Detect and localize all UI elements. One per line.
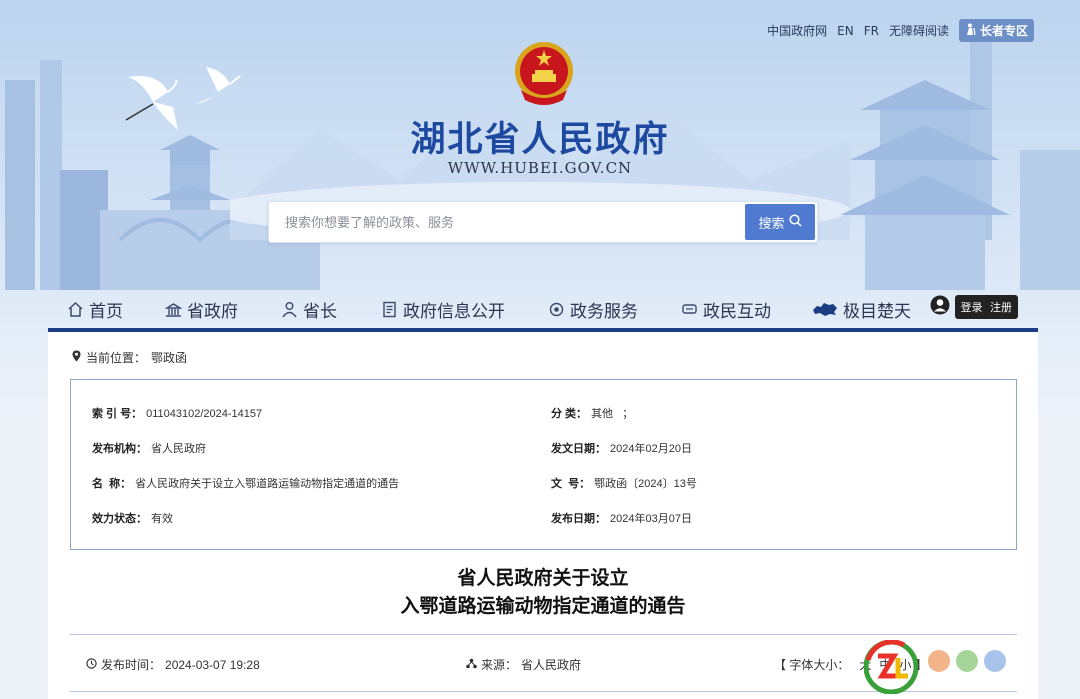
document-title-line1: 省人民政府关于设立	[457, 567, 629, 589]
meta-issue-date: 发文日期： 2024年02月20日	[551, 440, 692, 456]
search-box: 搜索	[268, 201, 818, 243]
clock-icon	[86, 657, 97, 672]
font-size-label: 【 字体大小：	[774, 658, 850, 672]
accessible-reading-link[interactable]: 无障碍阅读	[889, 22, 949, 39]
elder-icon	[965, 23, 977, 38]
national-emblem-icon	[515, 42, 573, 105]
publish-time-value: 2024-03-07 19:28	[165, 657, 260, 672]
breadcrumb: 当前位置： 鄂政函	[72, 349, 187, 366]
meta-name-label: 名 称：	[92, 478, 132, 490]
elder-zone-label: 长者专区	[979, 24, 1028, 38]
nav-item-label: 政民互动	[703, 302, 771, 322]
nav-item-label: 省长	[303, 302, 337, 322]
publish-time-label: 发布时间：	[101, 658, 162, 672]
meta-publish-date-label: 发布日期：	[551, 513, 606, 525]
weibo-share-icon[interactable]	[928, 650, 950, 672]
nav-item-home[interactable]: 首页	[66, 297, 123, 322]
login-label: 登录	[960, 301, 983, 314]
meta-index-label: 索 引 号：	[92, 408, 143, 420]
nav-item-governor[interactable]: 省长	[280, 297, 337, 322]
site-url: WWW.HUBEI.GOV.CN	[447, 159, 633, 177]
meta-status-value: 有效	[151, 513, 173, 525]
french-link[interactable]: FR	[864, 24, 879, 38]
search-button-label: 搜索	[758, 215, 785, 231]
source-value: 省人民政府	[521, 658, 582, 672]
site-title: 湖北省人民政府	[410, 120, 670, 160]
meta-publish-date-value: 2024年03月07日	[610, 513, 692, 525]
meta-status: 效力状态： 有效	[92, 510, 173, 526]
nav-item-label: 政府信息公开	[403, 302, 505, 322]
meta-docno: 文 号： 鄂政函〔2024〕13号	[551, 475, 697, 491]
main-nav: 首页 省政府 省长 政府信息公开 政务服务 政民互动 极目楚天 登录 注册	[48, 289, 1038, 329]
nav-item-gov-info[interactable]: 政府信息公开	[380, 297, 505, 322]
document-meta-box: 索 引 号： 011043102/2024-14157 分 类： 其他 ； 发布机构…	[70, 379, 1017, 550]
source-label: 来源：	[481, 658, 518, 672]
home-icon	[66, 301, 84, 319]
meta-issue-date-value: 2024年02月20日	[610, 443, 692, 455]
meta-issue-date-label: 发文日期：	[551, 443, 606, 455]
meta-index-value: 011043102/2024-14157	[146, 408, 263, 420]
nav-item-label: 省政府	[187, 302, 238, 322]
meta-status-label: 效力状态：	[92, 513, 147, 525]
top-links: 中国政府网 EN FR 无障碍阅读 长者专区	[767, 19, 1034, 42]
document-icon	[380, 301, 398, 319]
person-icon	[280, 301, 298, 319]
nav-item-provincial-gov[interactable]: 省政府	[164, 297, 238, 322]
hubei-map-icon	[812, 301, 838, 319]
nav-item-interaction[interactable]: 政民互动	[680, 297, 771, 322]
meta-name-value: 省人民政府关于设立入鄂道路运输动物指定通道的通告	[135, 478, 400, 490]
meta-docno-label: 文 号：	[551, 478, 591, 490]
user-area: 登录 注册	[930, 295, 1018, 319]
meta-publisher-value: 省人民政府	[151, 443, 206, 455]
user-avatar-icon	[930, 295, 950, 319]
nav-item-label: 政务服务	[570, 302, 638, 322]
location-pin-icon	[72, 350, 81, 365]
nav-item-gov-service[interactable]: 政务服务	[547, 297, 638, 322]
service-icon	[547, 301, 565, 319]
watermark-logo	[864, 640, 918, 694]
source-icon	[466, 658, 477, 672]
meta-category-label: 分 类：	[551, 408, 588, 420]
nav-item-label: 首页	[89, 302, 123, 322]
meta-name: 名 称： 省人民政府关于设立入鄂道路运输动物指定通道的通告	[92, 475, 399, 491]
meta-category-value: 其他 ；	[591, 408, 634, 420]
nav-item-label: 极目楚天	[843, 302, 911, 322]
elder-zone-button[interactable]: 长者专区	[958, 19, 1034, 42]
publish-time: 发布时间： 2024-03-07 19:28	[86, 656, 260, 673]
share-icons	[928, 650, 1006, 672]
meta-category: 分 类： 其他 ；	[551, 405, 633, 421]
meta-docno-value: 鄂政函〔2024〕13号	[594, 478, 697, 490]
meta-index: 索 引 号： 011043102/2024-14157	[92, 405, 262, 421]
english-link[interactable]: EN	[837, 24, 854, 38]
building-icon	[164, 301, 182, 319]
breadcrumb-label: 当前位置：	[86, 351, 147, 365]
search-icon	[788, 214, 802, 230]
source: 来源： 省人民政府	[466, 656, 581, 673]
wechat-share-icon[interactable]	[956, 650, 978, 672]
gov-portal-link[interactable]: 中国政府网	[767, 22, 827, 39]
document-title: 省人民政府关于设立 入鄂道路运输动物指定通道的通告	[48, 564, 1038, 620]
search-input[interactable]	[269, 202, 747, 242]
meta-publish-date: 发布日期： 2024年03月07日	[551, 510, 692, 526]
chat-icon	[680, 301, 698, 319]
document-title-line2: 入鄂道路运输动物指定通道的通告	[400, 595, 686, 617]
qq-share-icon[interactable]	[984, 650, 1006, 672]
breadcrumb-current[interactable]: 鄂政函	[151, 349, 187, 366]
nav-item-jimu-chutian[interactable]: 极目楚天	[812, 297, 911, 322]
info-divider-top	[70, 634, 1017, 635]
login-register-button[interactable]: 登录 注册	[954, 295, 1018, 319]
meta-publisher: 发布机构： 省人民政府	[92, 440, 206, 456]
meta-publisher-label: 发布机构：	[92, 443, 147, 455]
search-button[interactable]: 搜索	[745, 204, 815, 240]
register-label: 注册	[990, 301, 1012, 314]
